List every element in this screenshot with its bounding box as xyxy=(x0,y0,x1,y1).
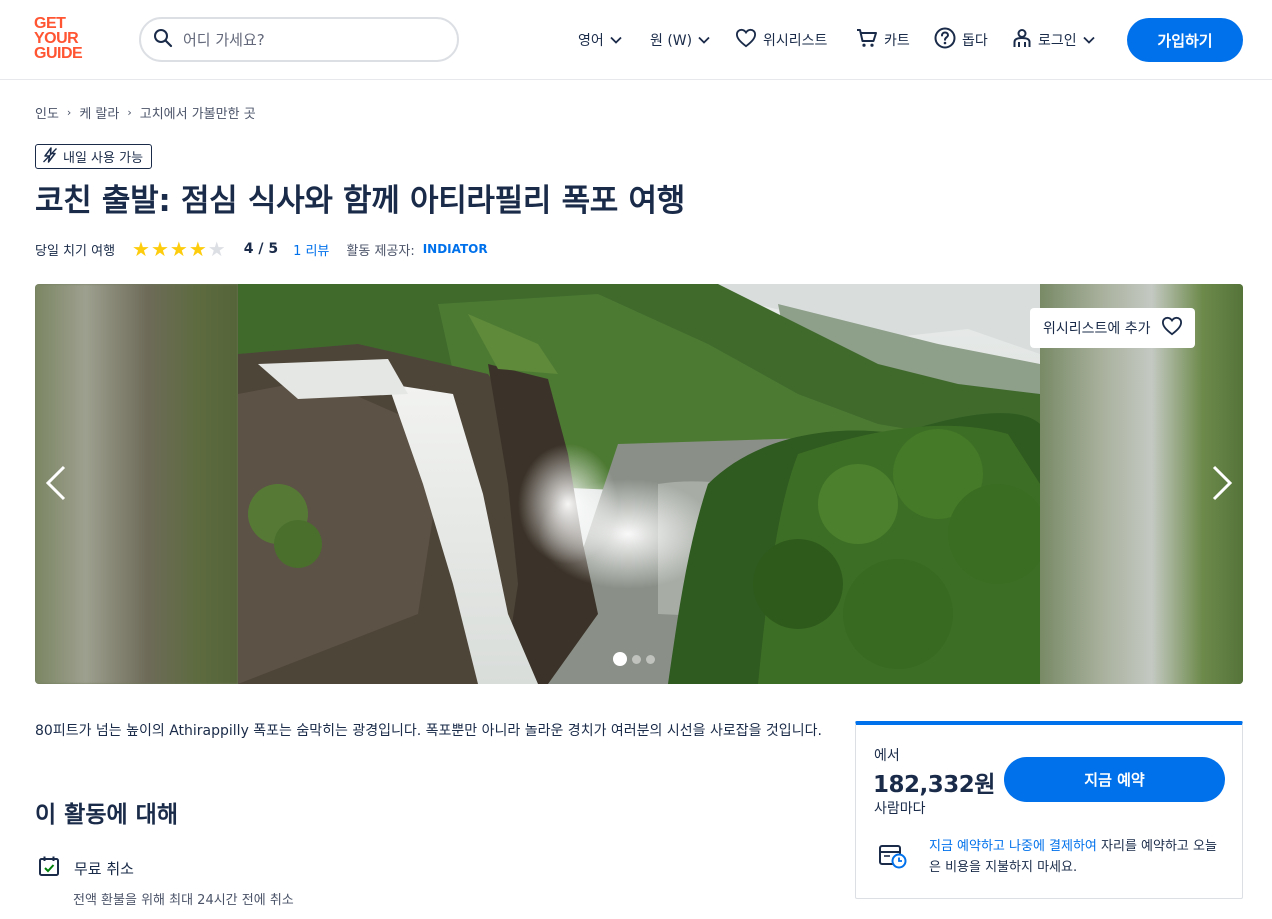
chevron-right-icon: › xyxy=(127,106,132,119)
about-heading: 이 활동에 대해 xyxy=(35,802,178,828)
cart-label: 카트 xyxy=(884,33,910,49)
activity-description: 80피트가 넘는 높이의 Athirappilly 폭포는 숨막히는 광경입니다… xyxy=(35,723,822,739)
calendar-clock-icon xyxy=(878,842,908,874)
price-per-label: 사람마다 xyxy=(874,801,926,817)
provider-link[interactable]: INDIATOR xyxy=(423,242,488,256)
heart-icon xyxy=(1161,316,1183,340)
chevron-down-icon xyxy=(1083,32,1095,48)
feature-title: 무료 취소 xyxy=(74,859,134,878)
reserve-now-pay-later-note: 지금 예약하고 나중에 결제하여 자리를 예약하고 오늘은 비용을 지불하지 마… xyxy=(929,836,1221,878)
star-icon: ★ xyxy=(150,237,169,261)
wishlist-link[interactable]: 위시리스트 xyxy=(735,28,827,52)
price-value: 182,332원 xyxy=(873,772,995,798)
reserve-now-pay-later-link[interactable]: 지금 예약하고 나중에 결제하여 xyxy=(929,839,1097,854)
rating-value: 4 / 5 xyxy=(243,241,279,257)
site-header: GET YOUR GUIDE 영어 원 (W) 위시리스트 카트 돕다 로그인 … xyxy=(0,0,1272,80)
help-icon xyxy=(934,27,956,53)
next-photo-button[interactable] xyxy=(1207,465,1237,505)
chevron-right-icon: › xyxy=(66,106,72,119)
breadcrumb-item[interactable]: 케 랄라 xyxy=(79,103,119,122)
breadcrumb-item[interactable]: 인도 xyxy=(35,103,59,122)
page-title: 코친 출발: 점심 식사와 함께 아티라필리 폭포 여행 xyxy=(35,183,685,219)
breadcrumb: 인도 › 케 랄라 › 고치에서 가볼만한 곳 xyxy=(35,103,256,122)
star-empty-icon: ★ xyxy=(207,237,226,261)
free-cancellation-feature: 무료 취소 xyxy=(38,855,134,881)
book-now-button[interactable]: 지금 예약 xyxy=(1004,757,1225,802)
currency-label: 원 (W) xyxy=(650,33,693,49)
reviews-link[interactable]: 1 리뷰 xyxy=(293,240,329,259)
signup-button[interactable]: 가입하기 xyxy=(1127,18,1243,62)
getyourguide-logo[interactable]: GET YOUR GUIDE xyxy=(34,16,94,62)
rating-stars: ★ ★ ★ ★ ★ xyxy=(132,239,226,259)
gallery-dot[interactable] xyxy=(613,652,627,666)
help-link[interactable]: 돕다 xyxy=(934,27,988,53)
provider-label: 활동 제공자: xyxy=(346,243,415,259)
search-box[interactable] xyxy=(139,17,459,62)
activity-meta: 당일 치기 여행 ★ ★ ★ ★ ★ 4 / 5 1 리뷰 활동 제공자: IN… xyxy=(35,239,488,259)
cart-link[interactable]: 카트 xyxy=(856,28,910,52)
help-label: 돕다 xyxy=(962,33,988,49)
star-icon: ★ xyxy=(132,237,150,261)
search-icon xyxy=(153,28,173,52)
breadcrumb-item[interactable]: 고치에서 가볼만한 곳 xyxy=(140,103,256,122)
chevron-down-icon xyxy=(610,32,622,48)
login-label: 로그인 xyxy=(1038,33,1077,49)
waterfall-photo xyxy=(238,284,1040,684)
star-icon: ★ xyxy=(188,237,207,261)
language-selector[interactable]: 영어 xyxy=(578,28,622,52)
wishlist-label: 위시리스트 xyxy=(763,33,828,49)
add-to-wishlist-button[interactable]: 위시리스트에 추가 xyxy=(1030,308,1195,348)
language-label: 영어 xyxy=(578,33,604,49)
cart-icon xyxy=(856,28,878,52)
previous-photo-button[interactable] xyxy=(41,465,71,505)
lightning-icon xyxy=(42,146,58,167)
booking-card: 에서 182,332원 사람마다 지금 예약 지금 예약하고 나중에 결제하여 … xyxy=(855,721,1243,899)
currency-selector[interactable]: 원 (W) xyxy=(650,28,710,52)
gallery-dot[interactable] xyxy=(646,654,655,664)
chevron-down-icon xyxy=(698,32,710,48)
gallery-pagination xyxy=(613,652,655,666)
price-from-label: 에서 xyxy=(874,748,900,764)
photo-gallery: 위시리스트에 추가 xyxy=(35,284,1243,684)
gallery-dot[interactable] xyxy=(632,654,641,664)
availability-label: 내일 사용 가능 xyxy=(63,151,144,166)
chevron-right-icon xyxy=(1211,465,1233,505)
star-icon: ★ xyxy=(169,237,188,261)
calendar-check-icon xyxy=(38,855,60,881)
login-menu[interactable]: 로그인 xyxy=(1012,28,1095,52)
chevron-left-icon xyxy=(45,465,67,505)
add-to-wishlist-label: 위시리스트에 추가 xyxy=(1043,321,1151,337)
availability-badge: 내일 사용 가능 xyxy=(35,144,153,169)
heart-icon xyxy=(735,28,757,52)
feature-subtitle: 전액 환불을 위해 최대 24시간 전에 취소 xyxy=(73,893,294,908)
search-input[interactable] xyxy=(183,30,433,49)
activity-category: 당일 치기 여행 xyxy=(35,243,116,259)
user-icon xyxy=(1012,28,1032,52)
